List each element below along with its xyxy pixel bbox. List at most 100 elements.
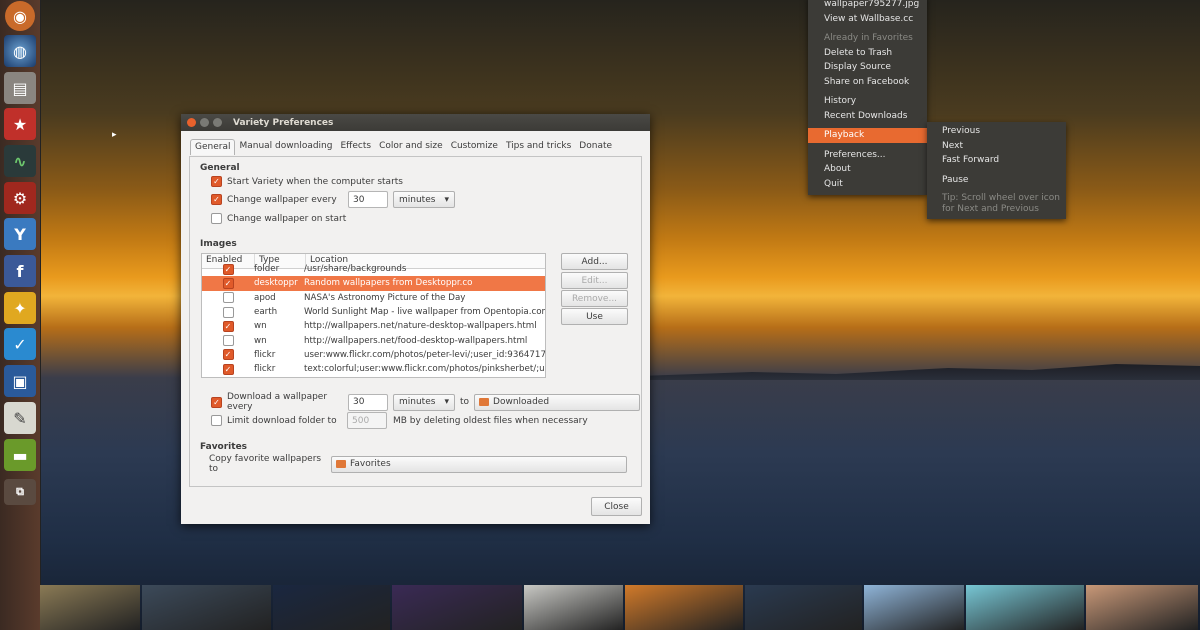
settings-icon[interactable]: ⚙ xyxy=(4,182,36,214)
change-unit-select[interactable]: minutes ▾ xyxy=(393,191,455,208)
limit-suffix-label: MB by deleting oldest files when necessa… xyxy=(393,415,588,426)
tab-general[interactable]: General xyxy=(190,139,236,155)
row-type-cell: desktoppr xyxy=(254,278,298,289)
tab-color-and-size[interactable]: Color and size xyxy=(375,139,447,155)
wallpaper-thumbnail[interactable] xyxy=(625,585,743,630)
edit-button[interactable]: Edit... xyxy=(561,272,628,289)
row-enabled-checkbox[interactable] xyxy=(222,292,234,304)
files-icon[interactable]: ▤ xyxy=(4,72,36,104)
wallpaper-thumbnail[interactable] xyxy=(141,585,271,630)
fast-forward-menu-item[interactable]: Fast Forward xyxy=(927,153,1066,168)
recent-downloads-menu-item[interactable]: Recent Downloads xyxy=(808,109,927,124)
download-unit-select[interactable]: minutes ▾ xyxy=(393,393,455,411)
tab-donate[interactable]: Donate xyxy=(575,139,616,155)
favorites-label: Copy favorite wallpapers to xyxy=(209,454,322,474)
history-menu-item[interactable]: History xyxy=(808,94,927,109)
previous-menu-item[interactable]: Previous xyxy=(927,124,1066,139)
wallpaper-thumbnail[interactable] xyxy=(1085,585,1198,630)
limit-checkbox[interactable] xyxy=(211,415,222,426)
start-on-login-label: Start Variety when the computer starts xyxy=(227,176,403,187)
table-row[interactable]: wn http://wallpapers.net/food-desktop-wal… xyxy=(202,333,545,347)
wallpaper-thumbnail[interactable] xyxy=(392,585,522,630)
delete-to-trash-menu-item[interactable]: Delete to Trash xyxy=(808,46,927,61)
wallpaper-thumbnail[interactable] xyxy=(40,585,140,630)
wallpaper-thumbnail[interactable] xyxy=(864,585,965,630)
next-menu-item[interactable]: Next xyxy=(927,139,1066,154)
browser-icon[interactable]: ◍ xyxy=(4,35,36,67)
table-row[interactable]: folder/usr/share/backgrounds xyxy=(202,262,545,276)
change-unit-value: minutes xyxy=(399,194,436,205)
row-enabled-checkbox[interactable] xyxy=(222,320,234,332)
start-on-login-checkbox[interactable] xyxy=(211,176,222,187)
table-row[interactable]: apod NASA's Astronomy Picture of the Day xyxy=(202,291,545,305)
workspaces-icon[interactable]: ⧉ xyxy=(4,479,36,505)
yppa-icon[interactable]: Y xyxy=(4,218,36,250)
use-button[interactable]: Use xyxy=(561,308,628,325)
wallpaper-thumbnail[interactable] xyxy=(966,585,1084,630)
table-row[interactable]: flickr text:colorful;user:www.flickr.com/… xyxy=(202,362,545,376)
wallpaper-thumbnail[interactable] xyxy=(523,585,624,630)
tab-manual-downloading[interactable]: Manual downloading xyxy=(235,139,336,155)
tab-tips-and-tricks[interactable]: Tips and tricks xyxy=(502,139,575,155)
preferences-menu-item[interactable]: Preferences... xyxy=(808,148,927,163)
download-folder-button[interactable]: Downloaded xyxy=(474,393,641,411)
change-every-label: Change wallpaper every xyxy=(227,194,337,205)
about-menu-item[interactable]: About xyxy=(808,162,927,177)
sources-table[interactable]: Enabled Type Location folder/usr/share/b… xyxy=(201,253,546,378)
share-on-facebook-menu-item[interactable]: Share on Facebook xyxy=(808,75,927,90)
ubuntu-icon[interactable]: ◉ xyxy=(5,1,35,31)
change-every-checkbox[interactable] xyxy=(211,194,222,205)
close-button[interactable]: Close xyxy=(591,497,642,516)
table-row[interactable]: wn http://wallpapers.net/nature-desktop-w… xyxy=(202,319,545,333)
table-row[interactable]: flickr user:www.flickr.com/photos/peter-l… xyxy=(202,348,545,362)
row-enabled-checkbox[interactable] xyxy=(222,263,234,275)
remote-desktop-icon[interactable]: ▬ xyxy=(4,439,36,471)
favorites-folder-button[interactable]: Favorites xyxy=(331,455,627,473)
mail-icon[interactable]: ✓ xyxy=(4,328,36,360)
change-on-start-checkbox[interactable] xyxy=(211,213,222,224)
display-source-menu-item[interactable]: Display Source xyxy=(808,60,927,75)
idea-icon[interactable]: ✦ xyxy=(4,292,36,324)
text-editor-icon[interactable]: ✎ xyxy=(4,402,36,434)
software-center-icon[interactable]: ★ xyxy=(4,108,36,140)
row-location-cell: user:www.flickr.com/photos/peter-levi/;u… xyxy=(304,349,545,360)
quit-menu-item[interactable]: Quit xyxy=(808,177,927,192)
submenu-arrow-icon: ▸ xyxy=(112,130,117,140)
facebook-icon[interactable]: f xyxy=(4,255,36,287)
row-type-cell: folder xyxy=(254,264,280,275)
row-location-cell: NASA's Astronomy Picture of the Day xyxy=(304,292,466,303)
tab-bar: General Manual downloading Effects Color… xyxy=(190,139,616,155)
table-row[interactable]: desktoppr Random wallpapers from Desktopp… xyxy=(202,276,545,291)
table-row[interactable]: earth World Sunlight Map - live wallpaper… xyxy=(202,305,545,319)
download-interval-input[interactable]: 30 xyxy=(348,393,388,411)
view-at-wallbase-cc-menu-item[interactable]: View at Wallbase.cc xyxy=(808,12,927,27)
maximize-window-icon[interactable] xyxy=(213,118,222,127)
add-button[interactable]: Add... xyxy=(561,253,628,270)
change-on-start-row: Change wallpaper on start xyxy=(211,213,346,224)
row-enabled-checkbox[interactable] xyxy=(222,335,234,347)
change-interval-input[interactable]: 30 xyxy=(348,191,388,208)
shoreline xyxy=(640,364,1200,380)
wallpaper795277-jpg-menu-item[interactable]: wallpaper795277.jpg xyxy=(808,0,927,12)
pause-menu-item[interactable]: Pause xyxy=(927,173,1066,188)
row-enabled-checkbox[interactable] xyxy=(222,277,234,289)
row-enabled-cell xyxy=(202,292,254,304)
wallpaper-thumbnail[interactable] xyxy=(744,585,863,630)
row-enabled-checkbox[interactable] xyxy=(222,363,234,375)
remove-button[interactable]: Remove... xyxy=(561,290,628,307)
download-every-checkbox[interactable] xyxy=(211,396,222,408)
tab-customize[interactable]: Customize xyxy=(447,139,502,155)
virtualbox-icon[interactable]: ▣ xyxy=(4,365,36,397)
playback-menu-item[interactable]: Playback xyxy=(808,128,927,143)
minimize-window-icon[interactable] xyxy=(200,118,209,127)
close-window-icon[interactable] xyxy=(187,118,196,127)
already-in-favorites-menu-item: Already in Favorites xyxy=(824,33,913,44)
row-enabled-checkbox[interactable] xyxy=(222,349,234,361)
row-enabled-cell xyxy=(202,306,254,318)
tab-effects[interactable]: Effects xyxy=(336,139,375,155)
system-monitor-icon[interactable]: ∿ xyxy=(4,145,36,177)
limit-size-input[interactable]: 500 xyxy=(347,412,387,429)
wallpaper-thumbnail[interactable] xyxy=(273,585,391,630)
start-on-login-row: Start Variety when the computer starts xyxy=(211,176,403,187)
row-enabled-checkbox[interactable] xyxy=(222,306,234,318)
